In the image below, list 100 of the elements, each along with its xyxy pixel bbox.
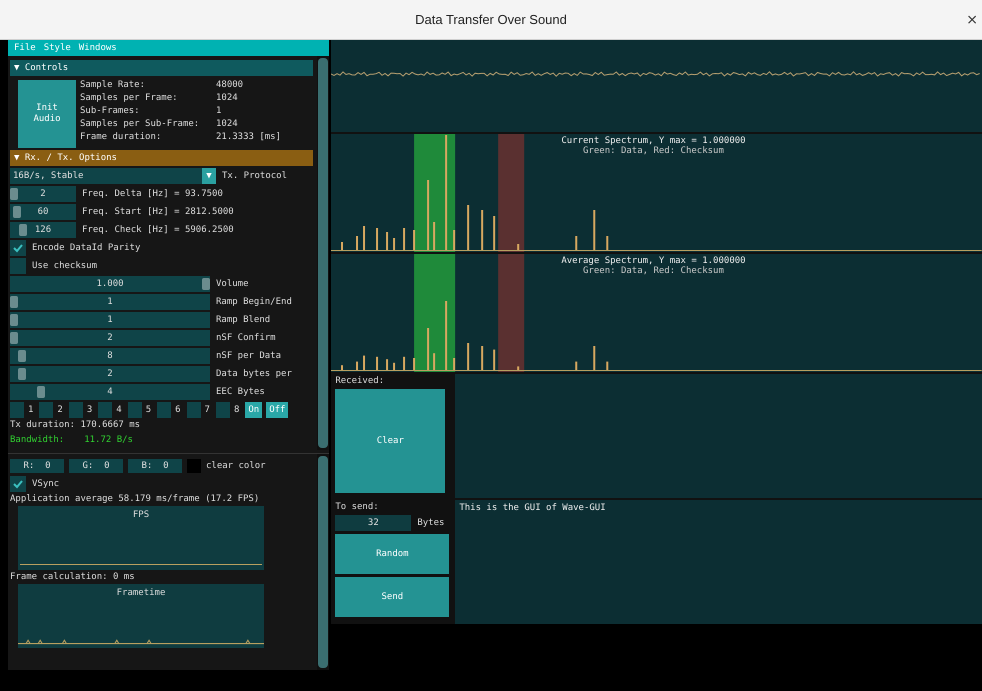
- window-title: Data Transfer Over Sound: [415, 12, 567, 27]
- info-label: Sample Rate:: [80, 80, 146, 90]
- checkbox[interactable]: [98, 402, 112, 418]
- slider[interactable]: 2: [10, 366, 210, 382]
- bytes-field[interactable]: 32: [335, 515, 412, 531]
- checkbox[interactable]: [157, 402, 172, 418]
- spectrum-bar: [376, 228, 378, 250]
- checkbox[interactable]: [10, 240, 26, 256]
- action-button[interactable]: Random: [335, 534, 450, 574]
- slider-thumb[interactable]: [10, 332, 18, 344]
- spectrum-bar: [467, 205, 470, 250]
- slider-thumb[interactable]: [36, 386, 45, 398]
- spectrum-bar: [356, 236, 358, 250]
- info-value: 48000: [216, 80, 244, 90]
- spectrum-bar: [467, 343, 470, 370]
- checkbox-label: 7: [204, 405, 210, 415]
- info-value: 1024: [216, 119, 238, 129]
- spectrum-bar: [341, 242, 344, 250]
- slider-thumb[interactable]: [12, 206, 21, 218]
- to-send-label: To send:: [335, 502, 380, 512]
- info-value: 1024: [216, 93, 238, 103]
- spectrum-bar: [518, 366, 520, 370]
- spectrum-title: Current Spectrum, Y max = 1.000000: [561, 136, 746, 146]
- checkbox-label: 5: [146, 405, 152, 415]
- checkbox[interactable]: [10, 402, 24, 418]
- slider[interactable]: 4: [10, 384, 210, 400]
- spectrum-bar: [427, 328, 430, 370]
- slider-thumb[interactable]: [202, 278, 210, 290]
- color-channel-field[interactable]: B: 0: [128, 459, 182, 473]
- plot-title: Frametime: [116, 588, 166, 598]
- slider[interactable]: 1.000: [10, 276, 210, 292]
- spectrum-bar: [393, 238, 396, 250]
- color-channel-field[interactable]: R: 0: [10, 459, 64, 473]
- plot-title: FPS: [132, 510, 150, 520]
- slider-label: Freq. Start [Hz] = 2812.5000: [82, 207, 234, 217]
- section-header[interactable]: ▼ Rx. / Tx. Options: [10, 150, 314, 166]
- received-label: Received:: [335, 376, 386, 386]
- slider-label: Ramp Blend: [216, 315, 270, 325]
- info-label: Frame duration:: [80, 132, 162, 142]
- info-label: Sub-Frames:: [80, 106, 141, 116]
- slider-thumb[interactable]: [18, 368, 26, 380]
- bytes-label: Bytes: [417, 518, 444, 528]
- spectrum-bar: [413, 358, 416, 370]
- slider[interactable]: 60: [10, 204, 76, 220]
- slider[interactable]: 8: [10, 348, 210, 364]
- slider-label: nSF Confirm: [216, 333, 276, 343]
- check-icon: [12, 242, 24, 254]
- frame-calculation-text: Frame calculation: 0 ms: [10, 572, 136, 582]
- clear-button[interactable]: Clear: [335, 389, 446, 493]
- slider[interactable]: 1: [10, 312, 210, 328]
- close-button[interactable]: ×: [964, 12, 980, 28]
- section-header[interactable]: ▼ Controls: [10, 60, 314, 76]
- spectrum-bar: [606, 236, 609, 250]
- slider-label: Ramp Begin/End: [216, 297, 292, 307]
- spectrum-legend: Green: Data, Red: Checksum: [583, 266, 724, 276]
- checkbox[interactable]: [39, 402, 54, 418]
- checkbox[interactable]: [216, 402, 230, 418]
- check-icon: [12, 478, 24, 490]
- slider-thumb[interactable]: [18, 350, 26, 362]
- spectrum-bar: [413, 230, 416, 250]
- spectrum-bar: [386, 232, 388, 250]
- checkbox-label: Use checksum: [32, 261, 98, 271]
- slider-thumb[interactable]: [10, 296, 18, 308]
- color-label: clear color: [206, 461, 266, 471]
- spectrum-bar: [433, 353, 436, 370]
- slider-label: Data bytes per: [216, 369, 292, 379]
- spectrum-bar: [386, 359, 388, 370]
- checkbox[interactable]: [10, 476, 26, 492]
- tx-duration: Tx duration: 170.6667 ms: [10, 420, 142, 430]
- checkbox[interactable]: [68, 402, 83, 418]
- slider-label: Freq. Delta [Hz] = 93.7500: [82, 189, 223, 199]
- checkbox[interactable]: [186, 402, 201, 418]
- checkbox[interactable]: [10, 258, 26, 274]
- spectrum-bar: [576, 362, 578, 370]
- spectrum-bar: [363, 226, 366, 250]
- init-audio-button[interactable]: Init Audio: [18, 80, 76, 148]
- slider[interactable]: 2: [10, 186, 76, 202]
- spectrum-title: Average Spectrum, Y max = 1.000000: [561, 256, 746, 266]
- checkbox[interactable]: [128, 402, 142, 418]
- checkbox-label: 3: [86, 405, 92, 415]
- color-channel-field[interactable]: G: 0: [69, 459, 123, 473]
- spectrum-bar: [433, 222, 436, 250]
- slider-thumb[interactable]: [10, 314, 18, 326]
- spectrum-bar: [594, 210, 596, 250]
- protocol-dropdown[interactable]: 16B/s, Stable ▼: [10, 168, 216, 184]
- spectrum-bar: [594, 346, 596, 370]
- slider-thumb[interactable]: [18, 224, 27, 236]
- slider[interactable]: 2: [10, 330, 210, 346]
- slider[interactable]: 126: [10, 222, 76, 238]
- checkbox-label: 2: [57, 405, 63, 415]
- checkbox-label: VSync: [32, 479, 60, 489]
- action-button[interactable]: Send: [335, 577, 450, 617]
- slider[interactable]: 1: [10, 294, 210, 310]
- fps-text: Application average 58.179 ms/frame (17.2 FPS): [10, 494, 260, 504]
- info-value: 21.3333 [ms]: [216, 132, 282, 142]
- checkbox-label: 8: [234, 405, 240, 415]
- spectrum-bar: [356, 362, 358, 370]
- spectrum-bar: [341, 365, 344, 370]
- slider-thumb[interactable]: [10, 188, 18, 200]
- send-text-area[interactable]: This is the GUI of Wave-GUI: [455, 500, 982, 624]
